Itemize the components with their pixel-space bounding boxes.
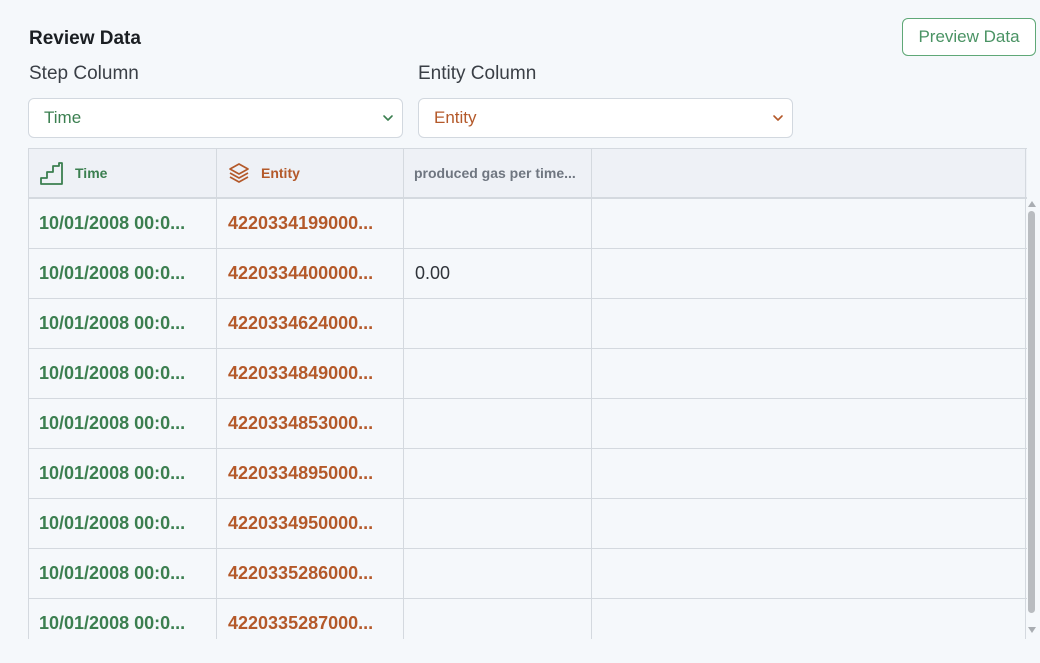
step-column-select[interactable]: Time	[28, 98, 403, 138]
chevron-down-icon	[374, 114, 402, 122]
time-cell[interactable]: 10/01/2008 00:0...	[29, 549, 217, 598]
preview-data-button[interactable]: Preview Data	[902, 18, 1036, 56]
time-cell[interactable]: 10/01/2008 00:0...	[29, 449, 217, 498]
table-row[interactable]: 10/01/2008 00:0... 4220334895000...	[29, 449, 1027, 499]
time-cell[interactable]: 10/01/2008 00:0...	[29, 249, 217, 298]
empty-cell	[592, 499, 1026, 548]
table-body: 10/01/2008 00:0... 4220334199000... 10/0…	[29, 199, 1027, 639]
produced-gas-cell[interactable]: 0.00	[404, 249, 592, 298]
data-table: Time Entity produced gas per time... 10/…	[28, 148, 1027, 639]
empty-cell	[592, 299, 1026, 348]
produced-gas-cell[interactable]	[404, 399, 592, 448]
empty-cell	[592, 249, 1026, 298]
time-cell[interactable]: 10/01/2008 00:0...	[29, 349, 217, 398]
produced-gas-cell[interactable]	[404, 499, 592, 548]
scroll-up-arrow-icon[interactable]	[1028, 201, 1036, 207]
table-header: Time Entity produced gas per time...	[29, 149, 1027, 199]
table-row[interactable]: 10/01/2008 00:0... 4220334400000... 0.00	[29, 249, 1027, 299]
produced-gas-cell[interactable]	[404, 349, 592, 398]
table-row[interactable]: 10/01/2008 00:0... 4220334624000...	[29, 299, 1027, 349]
step-stairs-icon	[39, 161, 64, 186]
entity-cell[interactable]: 4220335286000...	[217, 549, 404, 598]
entity-column-value: Entity	[434, 108, 477, 127]
table-row[interactable]: 10/01/2008 00:0... 4220334853000...	[29, 399, 1027, 449]
produced-gas-cell[interactable]	[404, 199, 592, 248]
layers-stack-icon	[228, 162, 250, 184]
table-row[interactable]: 10/01/2008 00:0... 4220334849000...	[29, 349, 1027, 399]
table-row[interactable]: 10/01/2008 00:0... 4220335286000...	[29, 549, 1027, 599]
empty-cell	[592, 549, 1026, 598]
step-column-value: Time	[44, 108, 82, 127]
entity-cell[interactable]: 4220335287000...	[217, 599, 404, 639]
column-header-label: Time	[75, 165, 108, 181]
vertical-scrollbar[interactable]	[1026, 197, 1038, 638]
produced-gas-cell[interactable]	[404, 449, 592, 498]
entity-cell[interactable]: 4220334849000...	[217, 349, 404, 398]
column-header-produced-gas[interactable]: produced gas per time...	[404, 149, 592, 197]
table-row[interactable]: 10/01/2008 00:0... 4220334950000...	[29, 499, 1027, 549]
column-header-label: Entity	[261, 165, 300, 181]
produced-gas-cell[interactable]	[404, 549, 592, 598]
entity-cell[interactable]: 4220334853000...	[217, 399, 404, 448]
entity-cell[interactable]: 4220334400000...	[217, 249, 404, 298]
column-header-empty	[592, 149, 1026, 197]
entity-cell[interactable]: 4220334199000...	[217, 199, 404, 248]
chevron-down-icon	[764, 114, 792, 122]
entity-column-select[interactable]: Entity	[418, 98, 793, 138]
column-header-label: produced gas per time...	[414, 165, 576, 181]
column-header-time[interactable]: Time	[29, 149, 217, 197]
table-row[interactable]: 10/01/2008 00:0... 4220334199000...	[29, 199, 1027, 249]
empty-cell	[592, 449, 1026, 498]
time-cell[interactable]: 10/01/2008 00:0...	[29, 299, 217, 348]
empty-cell	[592, 199, 1026, 248]
time-cell[interactable]: 10/01/2008 00:0...	[29, 499, 217, 548]
scrollbar-thumb[interactable]	[1028, 211, 1035, 613]
entity-cell[interactable]: 4220334895000...	[217, 449, 404, 498]
step-column-label: Step Column	[29, 63, 139, 84]
review-data-page: Review Data Preview Data Step Column Ent…	[0, 0, 1040, 663]
table-row[interactable]: 10/01/2008 00:0... 4220335287000...	[29, 599, 1027, 639]
produced-gas-cell[interactable]	[404, 299, 592, 348]
empty-cell	[592, 399, 1026, 448]
time-cell[interactable]: 10/01/2008 00:0...	[29, 599, 217, 639]
produced-gas-cell[interactable]	[404, 599, 592, 639]
entity-cell[interactable]: 4220334950000...	[217, 499, 404, 548]
entity-cell[interactable]: 4220334624000...	[217, 299, 404, 348]
page-title: Review Data	[29, 28, 141, 49]
column-header-entity[interactable]: Entity	[217, 149, 404, 197]
empty-cell	[592, 599, 1026, 639]
empty-cell	[592, 349, 1026, 398]
scroll-down-arrow-icon[interactable]	[1028, 627, 1036, 633]
entity-column-label: Entity Column	[418, 63, 537, 84]
time-cell[interactable]: 10/01/2008 00:0...	[29, 199, 217, 248]
time-cell[interactable]: 10/01/2008 00:0...	[29, 399, 217, 448]
